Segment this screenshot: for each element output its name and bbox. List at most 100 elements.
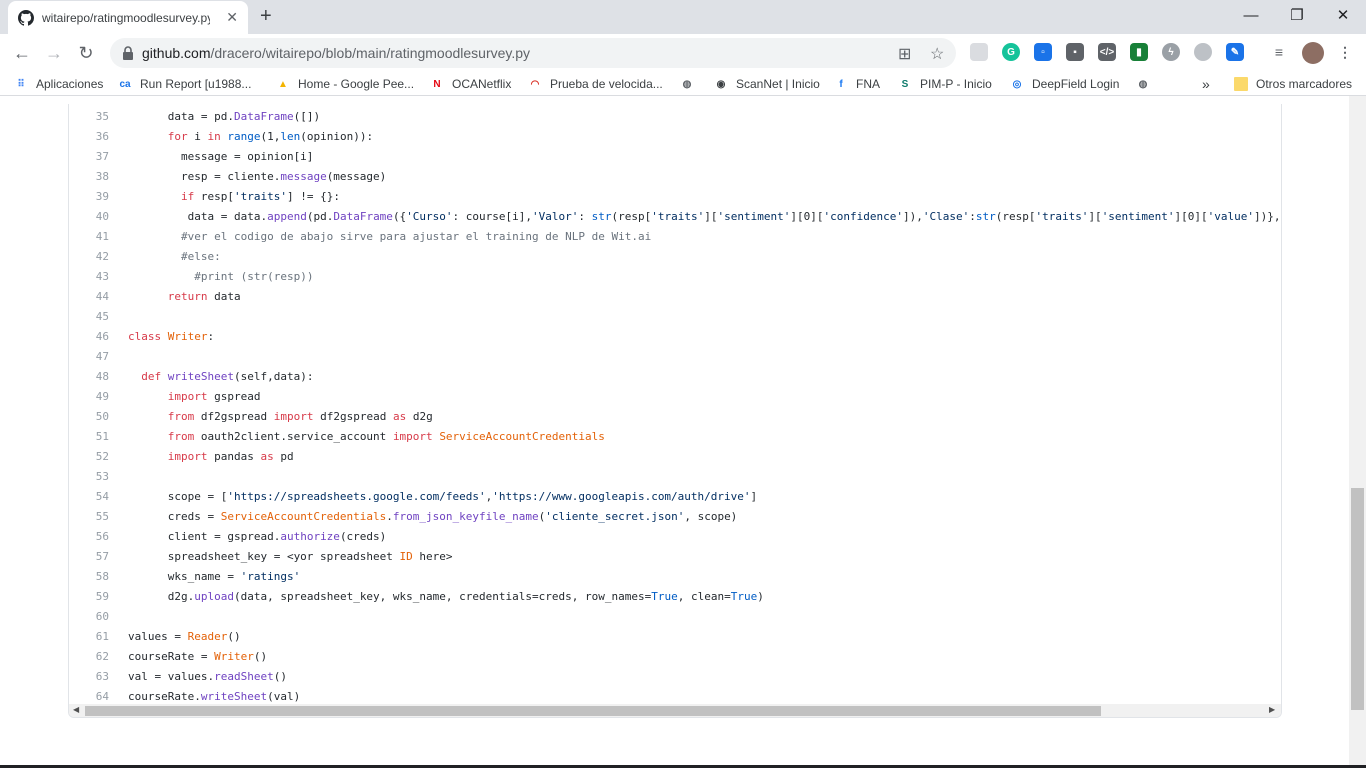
line-number[interactable]: 36 bbox=[69, 130, 109, 143]
line-number[interactable]: 40 bbox=[69, 210, 109, 223]
bookmark-item[interactable]: ◎ DeepField Login bbox=[1010, 75, 1120, 93]
code-line: 45 bbox=[69, 306, 1281, 326]
horizontal-scrollbar[interactable]: ◀ ▶ bbox=[69, 704, 1281, 717]
line-number[interactable]: 52 bbox=[69, 450, 109, 463]
bookmark-item[interactable]: ⠿ Aplicaciones bbox=[14, 75, 103, 93]
line-number[interactable]: 61 bbox=[69, 630, 109, 643]
lightning-extension-icon[interactable]: ϟ bbox=[1162, 43, 1180, 61]
code-extension-icon[interactable]: </> bbox=[1098, 43, 1116, 61]
url-text[interactable]: github.com/dracero/witairepo/blob/main/r… bbox=[142, 45, 530, 61]
bookmark-item[interactable]: ◍ bbox=[680, 75, 702, 93]
line-number[interactable]: 45 bbox=[69, 310, 109, 323]
code-text: import gspread bbox=[167, 389, 261, 403]
line-number[interactable]: 41 bbox=[69, 230, 109, 243]
line-number[interactable]: 47 bbox=[69, 350, 109, 363]
code-line: 57 spreadsheet_key = <yor spreadsheet ID… bbox=[69, 546, 1281, 566]
code-line: 44 return data bbox=[69, 286, 1281, 306]
minimize-button[interactable]: — bbox=[1228, 0, 1274, 30]
new-tab-button[interactable]: + bbox=[260, 6, 272, 26]
code-text: return data bbox=[167, 289, 241, 303]
line-number[interactable]: 43 bbox=[69, 270, 109, 283]
line-number[interactable]: 50 bbox=[69, 410, 109, 423]
horizontal-scroll-thumb[interactable] bbox=[85, 706, 1101, 716]
bookmark-item[interactable]: N OCANetflix bbox=[430, 75, 511, 93]
extension-icon-4[interactable]: ▮ bbox=[1130, 43, 1148, 61]
extension-icon-2[interactable]: ▫ bbox=[1034, 43, 1052, 61]
line-number[interactable]: 46 bbox=[69, 330, 109, 343]
code-line: 63 val = values.readSheet() bbox=[69, 666, 1281, 686]
bookmark-item[interactable]: ◍ bbox=[1136, 75, 1158, 93]
scroll-right-icon[interactable]: ▶ bbox=[1269, 705, 1275, 714]
line-number[interactable]: 51 bbox=[69, 430, 109, 443]
code-text: for i in range(1,len(opinion)): bbox=[167, 129, 374, 143]
bookmark-label: Prueba de velocida... bbox=[550, 77, 663, 91]
line-number[interactable]: 39 bbox=[69, 190, 109, 203]
maximize-button[interactable]: ❐ bbox=[1274, 0, 1320, 30]
line-number[interactable]: 38 bbox=[69, 170, 109, 183]
line-number[interactable]: 44 bbox=[69, 290, 109, 303]
bookmark-label: OCANetflix bbox=[452, 77, 512, 91]
back-button[interactable]: ← bbox=[10, 41, 34, 65]
line-number[interactable]: 37 bbox=[69, 150, 109, 163]
line-number[interactable]: 62 bbox=[69, 650, 109, 663]
extension-icon-5[interactable] bbox=[1194, 43, 1212, 61]
code-text: scope = ['https://spreadsheets.google.co… bbox=[128, 489, 758, 503]
code-text: data = pd.DataFrame([]) bbox=[128, 109, 321, 123]
grammarly-icon[interactable]: G bbox=[1002, 43, 1020, 61]
code-line: 58 wks_name = 'ratings' bbox=[69, 566, 1281, 586]
code-text: message = opinion[i] bbox=[128, 149, 314, 163]
menu-dots-icon[interactable]: ⋮ bbox=[1336, 43, 1354, 61]
profile-avatar[interactable] bbox=[1302, 42, 1324, 64]
tab-close-icon[interactable]: ✕ bbox=[226, 9, 238, 26]
other-bookmarks-folder[interactable]: Otros marcadores bbox=[1234, 75, 1352, 93]
vertical-scroll-thumb[interactable] bbox=[1351, 488, 1364, 710]
forward-button[interactable]: → bbox=[42, 41, 66, 65]
bookmark-item[interactable]: ca Run Report [u1988... bbox=[118, 75, 251, 93]
code-line: 49 import gspread bbox=[69, 386, 1281, 406]
code-line: 59 d2g.upload(data, spreadsheet_key, wks… bbox=[69, 586, 1281, 606]
code-text: #ver el codigo de abajo sirve para ajust… bbox=[180, 229, 652, 243]
line-number[interactable]: 63 bbox=[69, 670, 109, 683]
code-line: 47 bbox=[69, 346, 1281, 366]
bookmark-item[interactable]: ◠ Prueba de velocida... bbox=[528, 75, 663, 93]
code-text: values = Reader() bbox=[128, 629, 241, 643]
extension-icon-3[interactable]: ▪ bbox=[1066, 43, 1084, 61]
line-number[interactable]: 60 bbox=[69, 610, 109, 623]
bookmark-item[interactable]: ▲ Home - Google Pee... bbox=[276, 75, 414, 93]
address-bar[interactable]: github.com/dracero/witairepo/blob/main/r… bbox=[110, 38, 956, 68]
code-line: 52 import pandas as pd bbox=[69, 446, 1281, 466]
bookmark-item[interactable]: S PIM-P - Inicio bbox=[898, 75, 992, 93]
bookmarks-overflow-button[interactable]: » bbox=[1202, 75, 1210, 93]
facebook-icon: f bbox=[839, 78, 843, 90]
tab-active[interactable]: witairepo/ratingmoodlesurvey.py ✕ bbox=[8, 1, 248, 34]
line-number[interactable]: 59 bbox=[69, 590, 109, 603]
scroll-left-icon[interactable]: ◀ bbox=[73, 705, 79, 714]
line-number[interactable]: 57 bbox=[69, 550, 109, 563]
bookmark-item[interactable]: ◉ ScanNet | Inicio bbox=[714, 75, 820, 93]
report-icon: ca bbox=[119, 78, 131, 90]
translate-icon[interactable]: ⊞ bbox=[898, 44, 911, 64]
code-text: courseRate.writeSheet(val) bbox=[128, 689, 301, 703]
vertical-scrollbar[interactable] bbox=[1349, 96, 1366, 768]
code-text: if resp['traits'] != {}: bbox=[180, 189, 340, 203]
line-number[interactable]: 54 bbox=[69, 490, 109, 503]
line-number[interactable]: 49 bbox=[69, 390, 109, 403]
reload-button[interactable]: ↻ bbox=[74, 41, 98, 65]
feather-extension-icon[interactable]: ✎ bbox=[1226, 43, 1244, 61]
line-number[interactable]: 56 bbox=[69, 530, 109, 543]
line-number[interactable]: 42 bbox=[69, 250, 109, 263]
line-number[interactable]: 55 bbox=[69, 510, 109, 523]
google-icon: ▲ bbox=[278, 78, 288, 90]
close-window-button[interactable]: ✕ bbox=[1320, 0, 1366, 30]
line-number[interactable]: 35 bbox=[69, 110, 109, 123]
line-number[interactable]: 58 bbox=[69, 570, 109, 583]
extension-icon-1[interactable] bbox=[970, 43, 988, 61]
url-host: github.com bbox=[142, 45, 211, 61]
reading-list-icon[interactable]: ≡ bbox=[1270, 43, 1288, 61]
bookmark-item[interactable]: f FNA bbox=[834, 75, 880, 93]
line-number[interactable]: 53 bbox=[69, 470, 109, 483]
code-text: #print (str(resp)) bbox=[194, 269, 314, 283]
line-number[interactable]: 48 bbox=[69, 370, 109, 383]
bookmark-star-icon[interactable]: ☆ bbox=[930, 44, 944, 64]
line-number[interactable]: 64 bbox=[69, 690, 109, 703]
